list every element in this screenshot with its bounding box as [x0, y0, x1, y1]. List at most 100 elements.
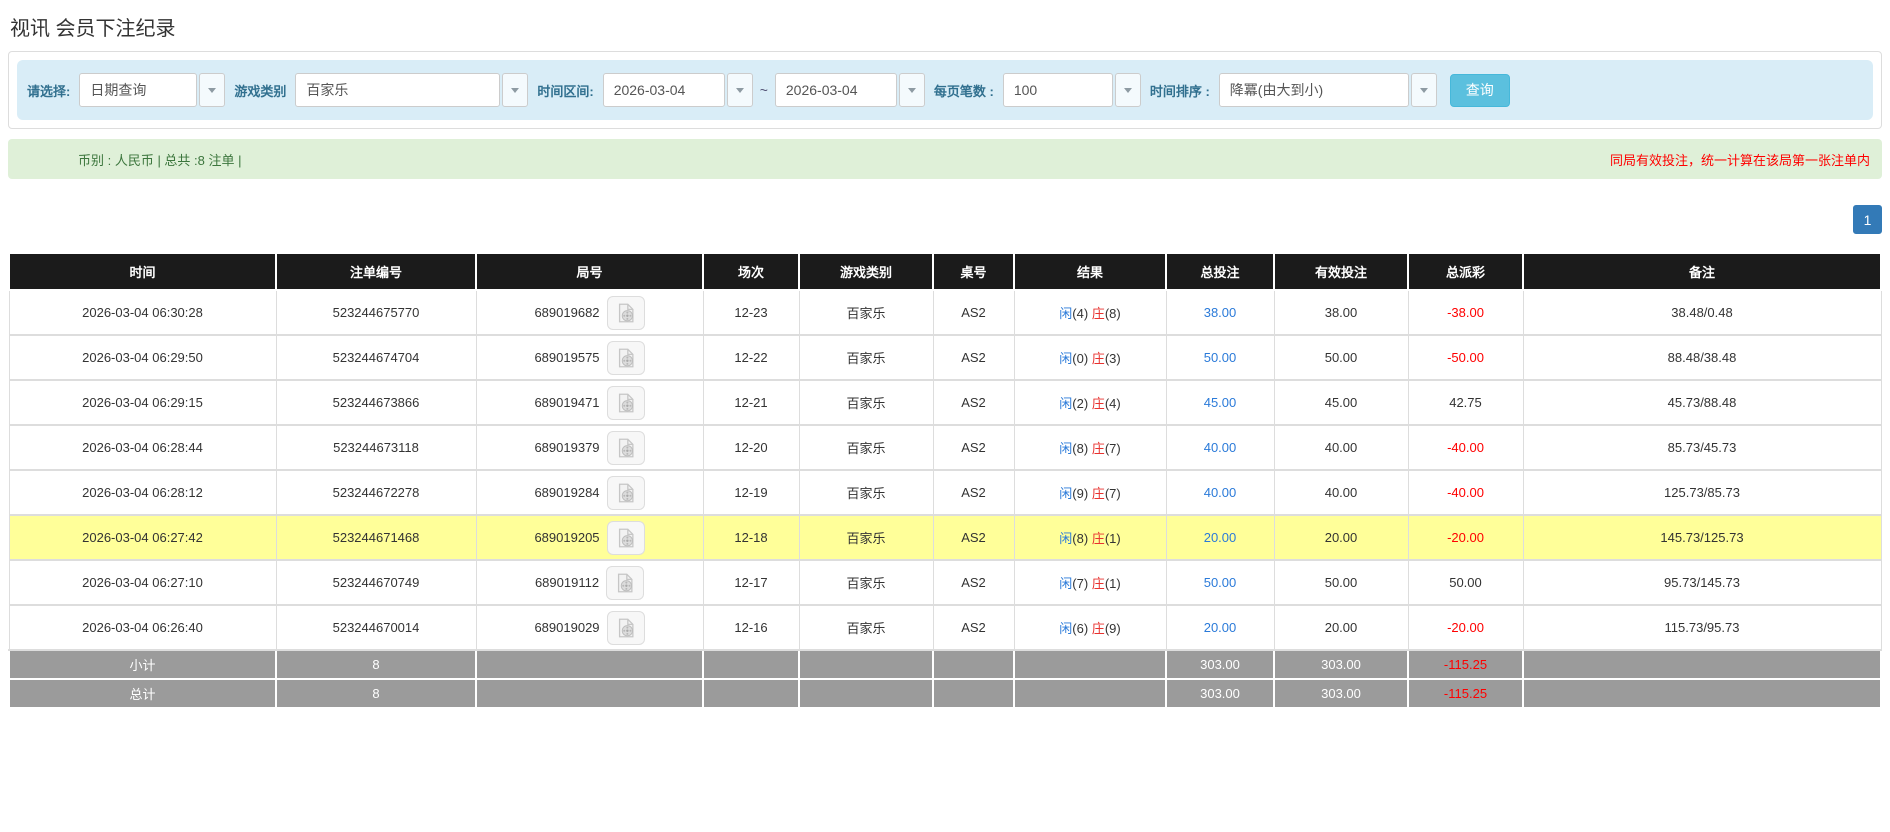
video-record-button[interactable]: [606, 520, 645, 555]
cell-round-no: 689019471: [534, 395, 600, 410]
video-record-icon: [618, 483, 634, 502]
game-type-select[interactable]: 百家乐: [295, 73, 501, 107]
cell-total-bet[interactable]: 45.00: [1165, 379, 1275, 426]
search-button[interactable]: 查询: [1449, 73, 1510, 107]
summary-alert-bar: 币别 : 人民币 | 总共 :8 注单 | 同局有效投注，统一计算在该局第一张注…: [8, 139, 1882, 179]
cell-bet-no: 523244674704: [275, 334, 477, 381]
result-banker: 庄: [1091, 531, 1105, 546]
cell-round-no: 689019682: [534, 305, 600, 320]
result-player: 闲: [1059, 441, 1073, 456]
video-record-button[interactable]: [606, 385, 645, 420]
video-record-icon: [618, 618, 634, 637]
video-record-button[interactable]: [606, 430, 645, 465]
table-row: 2026-03-04 06:29:50 523244674704 6890195…: [8, 334, 1882, 381]
page-size-dropdown-button[interactable]: [1114, 73, 1141, 107]
cell-total-bet[interactable]: 40.00: [1165, 424, 1275, 471]
cell-total-bet[interactable]: 50.00: [1165, 559, 1275, 606]
cell-total-bet[interactable]: 20.00: [1165, 514, 1275, 561]
column-header: 备注: [1522, 252, 1882, 291]
summary-total-bet: 303.00: [1165, 678, 1275, 709]
result-player-pts: (4): [1072, 306, 1092, 321]
result-banker-pts: (1): [1104, 531, 1121, 546]
date-to-input[interactable]: 2026-03-04: [774, 73, 897, 107]
sort-order-select[interactable]: 降冪(由大到小): [1218, 73, 1409, 107]
cell-game: 百家乐: [798, 559, 934, 606]
chevron-down-icon: [1419, 87, 1428, 93]
cell-total-bet[interactable]: 38.00: [1165, 289, 1275, 336]
cell-session: 12-20: [702, 424, 800, 471]
query-type-dropdown-button[interactable]: [199, 73, 226, 107]
summary-valid-bet: 303.00: [1273, 678, 1409, 709]
cell-payout: -38.00: [1407, 289, 1524, 336]
cell-remark: 85.73/45.73: [1522, 424, 1882, 471]
cell-valid-bet: 40.00: [1273, 424, 1409, 471]
cell-result: 闲(7) 庄(1): [1013, 559, 1167, 606]
date-from-input[interactable]: 2026-03-04: [602, 73, 725, 107]
date-from-select-group: 2026-03-04: [602, 73, 753, 107]
cell-result: 闲(9) 庄(7): [1013, 469, 1167, 516]
cell-remark: 145.73/125.73: [1522, 514, 1882, 561]
video-record-icon: [618, 348, 634, 367]
cell-time: 2026-03-04 06:28:44: [8, 424, 277, 471]
result-banker-pts: (8): [1104, 306, 1121, 321]
cell-session: 12-23: [702, 289, 800, 336]
chevron-down-icon: [208, 87, 217, 93]
cell-valid-bet: 45.00: [1273, 379, 1409, 426]
result-banker-pts: (4): [1104, 396, 1121, 411]
column-header: 局号: [475, 252, 704, 291]
table-row: 2026-03-04 06:27:10 523244670749 6890191…: [8, 559, 1882, 606]
pagination-page-1-button[interactable]: 1: [1853, 205, 1882, 234]
summary-payout: -115.25: [1407, 678, 1524, 709]
summary-count: 8: [275, 649, 477, 680]
video-record-button[interactable]: [606, 295, 645, 330]
cell-round-no: 689019029: [534, 620, 600, 635]
page-size-label: 每页笔数 :: [933, 83, 994, 99]
cell-round-no-wrap: 689019575: [475, 334, 704, 381]
table-body: 2026-03-04 06:30:28 523244675770 6890196…: [8, 289, 1882, 709]
date-from-dropdown-button[interactable]: [726, 73, 753, 107]
result-banker: 庄: [1091, 441, 1105, 456]
cell-time: 2026-03-04 06:29:50: [8, 334, 277, 381]
result-banker-pts: (9): [1104, 621, 1121, 636]
video-record-icon: [618, 303, 634, 322]
cell-game: 百家乐: [798, 334, 934, 381]
column-header: 总派彩: [1407, 252, 1524, 291]
result-player-pts: (8): [1072, 441, 1092, 456]
table-row: 2026-03-04 06:26:40 523244670014 6890190…: [8, 604, 1882, 651]
summary-label: 总计: [8, 678, 277, 709]
cell-round-no-wrap: 689019112: [475, 559, 704, 606]
query-type-select[interactable]: 日期查询: [79, 73, 198, 107]
bet-records-table: 时间 注单编号 局号 场次 游戏类别 桌号 结果 总投注 有效投注 总派彩 备注 2026-03-0…: [8, 252, 1882, 709]
video-record-button[interactable]: [606, 340, 645, 375]
video-record-button[interactable]: [606, 565, 645, 600]
cell-bet-no: 523244671468: [275, 514, 477, 561]
cell-total-bet[interactable]: 50.00: [1165, 334, 1275, 381]
video-record-button[interactable]: [606, 475, 645, 510]
result-player: 闲: [1059, 531, 1073, 546]
chevron-down-icon: [907, 87, 916, 93]
column-header: 场次: [702, 252, 800, 291]
game-type-dropdown-button[interactable]: [502, 73, 529, 107]
page-size-select[interactable]: 100: [1002, 73, 1113, 107]
cell-total-bet[interactable]: 20.00: [1165, 604, 1275, 651]
cell-round-no-wrap: 689019682: [475, 289, 704, 336]
currency-total-text: 币别 : 人民币 | 总共 :8 注单 |: [78, 152, 242, 168]
cell-valid-bet: 50.00: [1273, 559, 1409, 606]
cell-result: 闲(4) 庄(8): [1013, 289, 1167, 336]
video-record-button[interactable]: [606, 610, 645, 645]
cell-session: 12-16: [702, 604, 800, 651]
cell-session: 12-18: [702, 514, 800, 561]
cell-bet-no: 523244673118: [275, 424, 477, 471]
cell-table-no: AS2: [932, 424, 1015, 471]
sort-order-dropdown-button[interactable]: [1410, 73, 1437, 107]
date-to-dropdown-button[interactable]: [898, 73, 925, 107]
cell-valid-bet: 50.00: [1273, 334, 1409, 381]
column-header: 时间: [8, 252, 277, 291]
table-row: 2026-03-04 06:29:15 523244673866 6890194…: [8, 379, 1882, 426]
cell-total-bet[interactable]: 40.00: [1165, 469, 1275, 516]
cell-remark: 88.48/38.48: [1522, 334, 1882, 381]
result-banker-pts: (1): [1104, 576, 1121, 591]
cell-table-no: AS2: [932, 289, 1015, 336]
summary-row: 小计 8 303.00 303.00 -115.25: [8, 649, 1882, 680]
result-player: 闲: [1059, 576, 1073, 591]
